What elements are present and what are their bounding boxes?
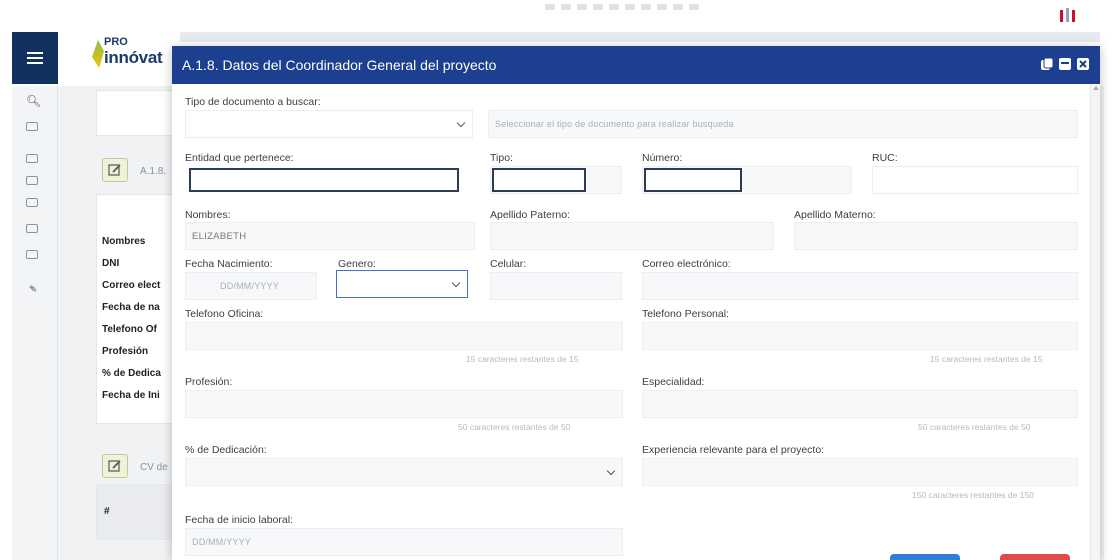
search-icon[interactable]: 🔍︎	[26, 94, 41, 108]
apellido-materno-input[interactable]	[794, 222, 1078, 250]
dedicacion-select[interactable]	[185, 458, 623, 486]
fecha-inicio-input[interactable]: DD/MM/YYYY	[185, 528, 623, 556]
nombres-label: Nombres:	[185, 209, 231, 221]
folder-icon[interactable]	[26, 122, 38, 131]
brand-logo[interactable]: PRO innóvat	[88, 36, 178, 76]
chevron-down-icon	[456, 118, 466, 128]
cancel-button[interactable]	[1000, 554, 1070, 560]
fecha-inicio-placeholder: DD/MM/YYYY	[192, 537, 252, 547]
telefono-oficina-label: Telefono Oficina:	[185, 308, 264, 320]
copy-icon[interactable]	[1040, 57, 1054, 71]
summary-label: % de Dedica	[102, 368, 161, 379]
celular-input[interactable]	[490, 272, 622, 300]
profesion-label: Profesión:	[185, 376, 233, 388]
telefono-personal-label: Telefono Personal:	[642, 308, 729, 320]
entidad-input[interactable]	[189, 168, 459, 192]
chevron-down-icon	[451, 278, 461, 288]
summary-label: DNI	[102, 258, 120, 269]
numero-label: Número:	[642, 152, 683, 164]
folder-icon[interactable]	[26, 176, 38, 185]
modal-header: A.1.8. Datos del Coordinador General del…	[172, 46, 1100, 84]
flag-icon	[1060, 8, 1075, 22]
folder-icon[interactable]	[26, 224, 38, 233]
celular-label: Celular:	[490, 258, 527, 270]
minimize-icon[interactable]	[1058, 57, 1072, 71]
telefono-personal-counter: 15 caracteres restantes de 15	[930, 354, 1043, 364]
edit-icon	[108, 460, 121, 472]
save-button[interactable]	[890, 554, 960, 560]
brand-line2: innóvat	[104, 48, 163, 67]
entidad-label: Entidad que pertenece:	[185, 152, 294, 164]
folder-icon[interactable]	[26, 154, 38, 163]
edit-button[interactable]	[102, 158, 128, 182]
edit-button[interactable]	[102, 454, 128, 478]
correo-label: Correo electrónico:	[642, 258, 731, 270]
paperclip-icon[interactable]: ✒	[25, 280, 42, 297]
sidebar: 🔍︎ ✒	[12, 86, 58, 560]
folder-icon[interactable]	[26, 250, 38, 259]
tipo-input[interactable]	[492, 168, 586, 192]
profesion-counter: 50 caracteres restantes de 50	[458, 422, 571, 432]
summary-label: Telefono Of	[102, 324, 157, 335]
fecha-nacimiento-placeholder: DD/MM/YYYY	[220, 281, 280, 291]
apellido-paterno-label: Apellido Paterno:	[490, 209, 570, 221]
numero-input[interactable]	[644, 168, 742, 192]
section-label: A.1.8.	[140, 166, 167, 177]
header-decoration	[545, 4, 705, 10]
fecha-inicio-label: Fecha de inicio laboral:	[185, 514, 293, 526]
apellido-paterno-input[interactable]	[490, 222, 774, 250]
background-card	[96, 90, 176, 136]
section-label: CV de	[140, 462, 168, 473]
ruc-label: RUC:	[872, 152, 898, 164]
summary-label: Fecha de na	[102, 302, 160, 313]
telefono-personal-input[interactable]	[642, 322, 1078, 350]
table-header-cell: #	[104, 506, 110, 517]
hamburger-icon	[27, 52, 43, 54]
profesion-input[interactable]	[185, 390, 623, 418]
experiencia-input[interactable]	[642, 458, 1078, 486]
genero-select[interactable]	[336, 270, 468, 298]
experiencia-counter: 150 caracteres restantes de 150	[912, 490, 1034, 500]
modal-title: A.1.8. Datos del Coordinador General del…	[182, 57, 497, 73]
chevron-down-icon	[606, 466, 616, 476]
modal-scrollbar[interactable]	[1090, 84, 1100, 560]
telefono-oficina-counter: 15 caracteres restantes de 15	[466, 354, 579, 364]
apellido-materno-label: Apellido Materno:	[794, 209, 876, 221]
close-icon[interactable]	[1076, 57, 1090, 71]
especialidad-label: Especialidad:	[642, 376, 705, 388]
especialidad-input[interactable]	[642, 390, 1078, 418]
tipo-doc-select[interactable]	[185, 110, 473, 138]
fecha-nacimiento-input[interactable]: DD/MM/YYYY	[185, 272, 317, 300]
summary-label: Fecha de Ini	[102, 390, 160, 401]
top-strip	[0, 0, 1120, 30]
correo-input[interactable]	[642, 272, 1078, 300]
leaf-icon	[92, 40, 104, 68]
ruc-input[interactable]	[872, 166, 1078, 194]
summary-label: Nombres	[102, 236, 146, 247]
telefono-oficina-input[interactable]	[185, 322, 623, 350]
summary-label: Profesión	[102, 346, 149, 357]
nombres-input[interactable]: ELIZABETH	[185, 222, 475, 250]
menu-toggle-button[interactable]	[12, 32, 58, 84]
genero-label: Genero:	[338, 258, 376, 270]
especialidad-counter: 50 caracteres restantes de 50	[918, 422, 1031, 432]
scroll-up-icon[interactable]	[1093, 86, 1099, 90]
folder-icon[interactable]	[26, 198, 38, 207]
edit-icon	[108, 164, 121, 176]
tipo-doc-label: Tipo de documento a buscar:	[185, 96, 321, 108]
tipo-doc-hint: Seleccionar el tipo de documento para re…	[495, 119, 734, 129]
background-header	[180, 32, 1100, 42]
brand-line1: PRO	[104, 36, 128, 48]
experiencia-label: Experiencia relevante para el proyecto:	[642, 444, 825, 456]
summary-label: Correo elect	[102, 280, 161, 291]
nombres-value: ELIZABETH	[192, 230, 247, 242]
fecha-nacimiento-label: Fecha Nacimiento:	[185, 258, 273, 270]
tipo-label: Tipo:	[490, 152, 513, 164]
coordinator-modal: A.1.8. Datos del Coordinador General del…	[172, 46, 1100, 560]
dedicacion-label: % de Dedicación:	[185, 444, 267, 456]
tipo-doc-hint-field: Seleccionar el tipo de documento para re…	[488, 110, 1078, 138]
